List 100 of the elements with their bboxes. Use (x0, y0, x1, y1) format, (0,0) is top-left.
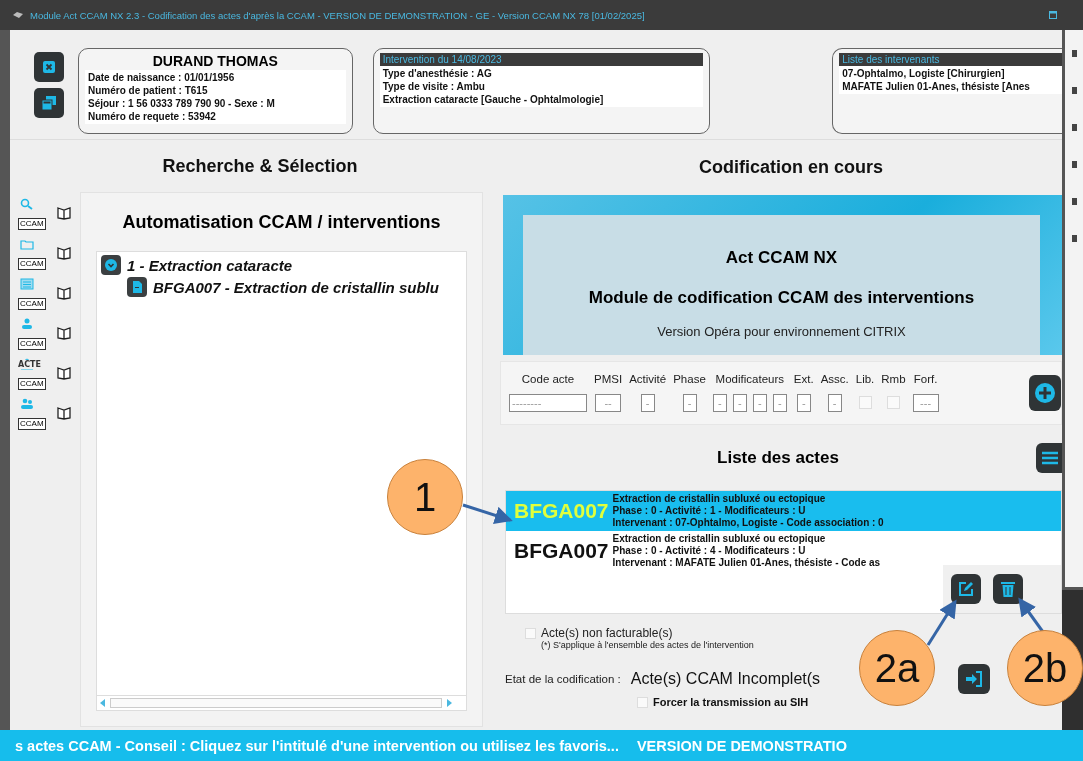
menu-button[interactable] (1036, 442, 1062, 473)
act-detail: Phase : 0 - Activité : 1 - Modificateurs : U (612, 505, 807, 517)
intervention-info: Type d'anesthésie : AG (382, 67, 493, 80)
book-icon (56, 206, 72, 220)
login-icon (965, 671, 984, 687)
ccam-tool-button[interactable]: CCAM (18, 318, 72, 350)
field-label: Activité (629, 372, 667, 385)
book-icon (56, 286, 72, 300)
note-text: (*) S'applique à l'ensemble des actes de l'intervention (540, 640, 755, 650)
act-description: Extraction de cristallin subluxé ou ectopique (612, 493, 827, 505)
field-label: Phase (673, 372, 706, 385)
input-field[interactable]: - (752, 393, 767, 412)
delete-button[interactable] (993, 574, 1023, 604)
callout-arrow (462, 503, 513, 524)
intervention-info: Type de visite : Ambu (382, 80, 486, 93)
ccam-tool-button[interactable]: ACTE CCAM (18, 358, 72, 390)
search-icon (20, 198, 34, 210)
menu-icon (1042, 450, 1058, 465)
plus-icon (1035, 383, 1055, 403)
input-field[interactable]: - (732, 393, 747, 412)
input-field[interactable]: - (712, 393, 727, 412)
app-icon (12, 11, 24, 19)
window-title: Module Act CCAM NX 2.3 - Codification des actes d'après la CCAM - VERSION DE DEMONSTRATION - GE - Version CCAM NX 78 [01/02/2025] (30, 9, 646, 21)
input-field[interactable]: -------- (509, 393, 587, 412)
checkbox[interactable] (858, 396, 872, 409)
panel-title: Automatisation CCAM / interventions (121, 210, 442, 234)
patient-info: Numéro de requete : 53942 (88, 110, 217, 123)
input-field[interactable]: - (682, 393, 697, 412)
intervention-title: Intervention du 14/08/2023 (379, 53, 704, 66)
field-label: Ext. (793, 372, 814, 385)
patient-info: Numéro de patient : T615 (88, 84, 209, 97)
act-detail: Phase : 0 - Activité : 4 - Modificateurs : U (612, 545, 807, 557)
status-value: Acte(s) CCAM Incomplet(s (630, 670, 821, 688)
book-icon (56, 366, 72, 380)
person-icon (20, 318, 34, 330)
act-code: BFGA007 (514, 539, 609, 563)
field-label: Rmb (881, 372, 906, 385)
field-label: PMSI (594, 372, 623, 385)
checkbox[interactable] (886, 396, 900, 409)
input-field[interactable]: - (772, 393, 787, 412)
intervenants-title: Liste des intervenants (839, 53, 1062, 66)
callout-arrow (926, 599, 957, 646)
field-label: Code acte (521, 372, 575, 385)
add-button[interactable] (1029, 375, 1061, 411)
input-field[interactable]: -- (595, 393, 622, 412)
input-field[interactable]: --- (912, 393, 939, 412)
checkbox-label: Acte(s) non facturable(s) (541, 626, 673, 640)
close-icon (42, 60, 56, 74)
status-text: VERSION DE DEMONSTRATIO (636, 737, 847, 754)
field-label: Assc. (820, 372, 849, 385)
list-heading: Liste des actes (716, 447, 840, 468)
patient-info: Séjour : 1 56 0333 789 790 90 - Sexe : M (88, 97, 276, 110)
ccam-tool-button[interactable]: CCAM (18, 238, 72, 270)
book-icon (56, 326, 72, 340)
tree-item[interactable]: 1 - Extraction cataracte (101, 254, 462, 276)
maximize-icon[interactable] (1049, 11, 1057, 19)
copy-button[interactable] (34, 88, 64, 118)
intervenant-entry: 07-Ophtalmo, Logiste [Chirurgien] (842, 67, 1006, 80)
banner-title: Act CCAM NX (725, 248, 838, 268)
ccam-tool-button[interactable]: CCAM (18, 198, 72, 230)
document-icon (132, 281, 142, 293)
intervenant-entry: MAFATE Julien 01-Anes, thésiste [Anes (842, 80, 1031, 93)
list-icon (20, 278, 34, 290)
checkbox[interactable] (525, 627, 536, 639)
patient-name: DURAND THOMAS (151, 53, 279, 69)
field-label: Lib. (855, 372, 875, 385)
input-field[interactable]: - (827, 393, 842, 412)
ccam-tool-button[interactable]: CCAM (18, 278, 72, 310)
act-intervenant: Intervenant : MAFATE Julien 01-Anes, thésiste - Code as (612, 557, 881, 569)
status-text: s actes CCAM - Conseil : Cliquez sur l'intitulé d'une intervention ou utilisez les favoris... (15, 737, 619, 754)
input-field[interactable]: - (640, 393, 655, 412)
tree-item[interactable]: BFGA007 - Extraction de cristallin sublu (101, 276, 462, 298)
act-description: Extraction de cristallin subluxé ou ectopique (612, 533, 827, 545)
ccam-tool-button[interactable]: CCAM (18, 398, 72, 430)
act-code: BFGA007 (514, 499, 609, 523)
edit-icon (958, 581, 974, 597)
section-heading: Recherche & Sélection (161, 154, 359, 178)
patient-info: Date de naissance : 01/01/1956 (88, 71, 236, 84)
book-icon (56, 406, 72, 420)
banner-subtitle: Module de codification CCAM des interventions (588, 288, 975, 308)
act-intervenant: Intervenant : 07-Ophtalmo, Logiste - Code association : 0 (612, 517, 884, 529)
book-icon (56, 246, 72, 260)
section-heading: Codification en cours (698, 156, 884, 179)
intervention-info: Extraction cataracte [Gauche - Ophtalmologie] (382, 93, 605, 106)
callout-arrow (1018, 597, 1045, 633)
trash-icon (1001, 581, 1015, 597)
close-button[interactable] (34, 52, 64, 82)
checkbox-label: Forcer la transmission au SIH (653, 696, 809, 708)
people-icon (20, 398, 34, 410)
banner-version: Version Opéra pour environnement CITRIX (657, 324, 906, 339)
transmit-button[interactable] (958, 664, 991, 694)
chevron-down-icon (105, 259, 117, 271)
copy-icon (41, 95, 57, 111)
field-label: Forf. (913, 372, 938, 385)
field-label: Modificateurs (715, 372, 784, 385)
checkbox[interactable] (637, 696, 648, 708)
folder-icon (20, 238, 34, 250)
input-field[interactable]: - (796, 393, 811, 412)
status-label: Etat de la codification : (505, 673, 621, 685)
edit-button[interactable] (951, 574, 981, 604)
